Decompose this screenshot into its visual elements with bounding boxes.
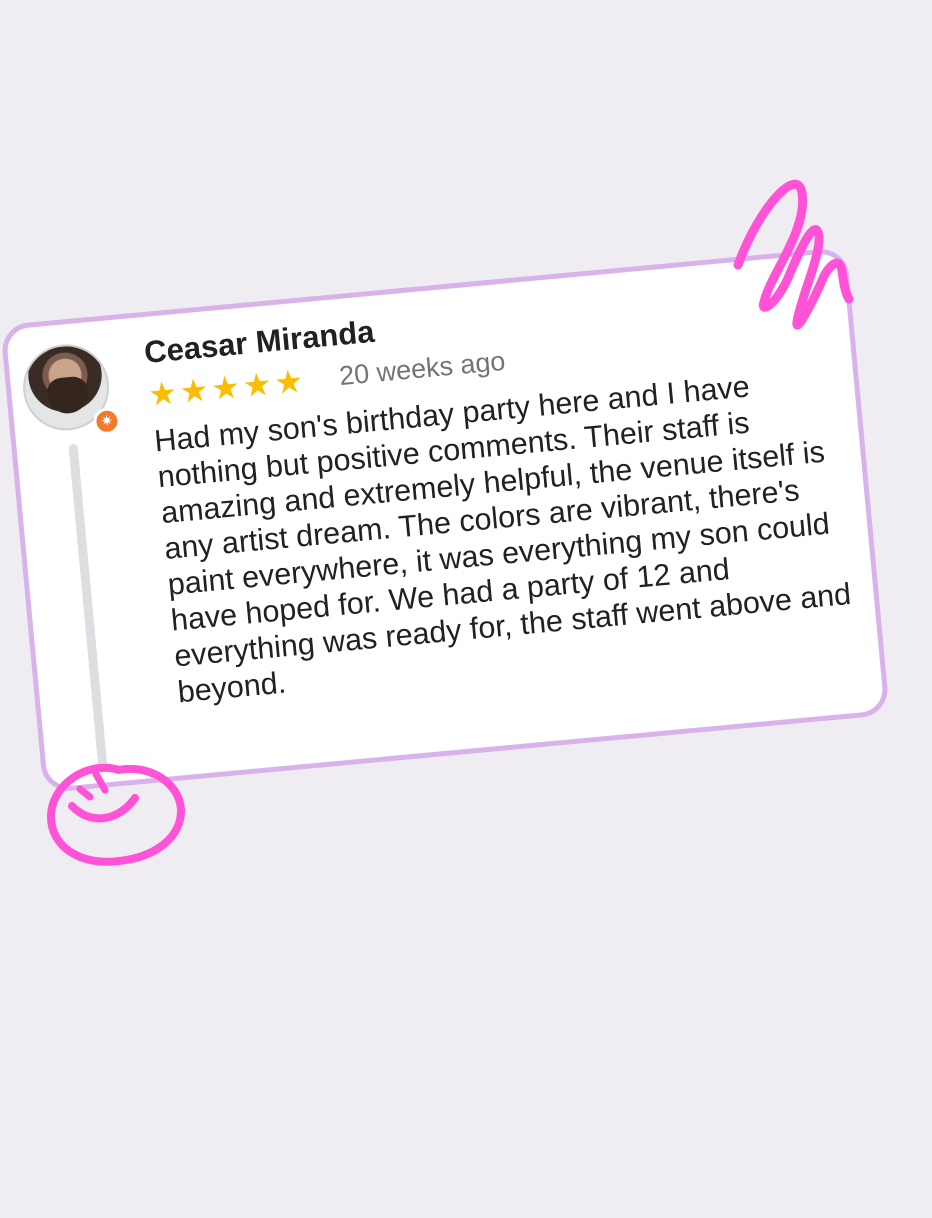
review-time: 20 weeks ago xyxy=(337,345,507,392)
local-guide-star-icon: ✷ xyxy=(92,406,122,436)
star-icon: ★ xyxy=(272,361,305,403)
star-icon: ★ xyxy=(177,370,211,411)
star-icon: ★ xyxy=(209,367,242,408)
review-text: Had my son's birthday party here and I h… xyxy=(152,369,853,710)
avatar-beard xyxy=(46,375,90,416)
review-screenshot: ✷ Ceasar Miranda ★ ★ ★ ★ ★ 20 weeks ago … xyxy=(0,0,932,1218)
star-rating: ★ ★ ★ ★ ★ xyxy=(146,361,305,414)
smiley-mouth-doodle xyxy=(68,794,139,823)
star-icon: ★ xyxy=(241,364,274,406)
smiley-eye-doodle xyxy=(76,785,94,801)
thread-line xyxy=(68,443,108,774)
reviewer-avatar[interactable]: ✷ xyxy=(19,340,122,436)
review-card: ✷ Ceasar Miranda ★ ★ ★ ★ ★ 20 weeks ago … xyxy=(0,246,890,794)
star-icon: ★ xyxy=(146,373,179,414)
